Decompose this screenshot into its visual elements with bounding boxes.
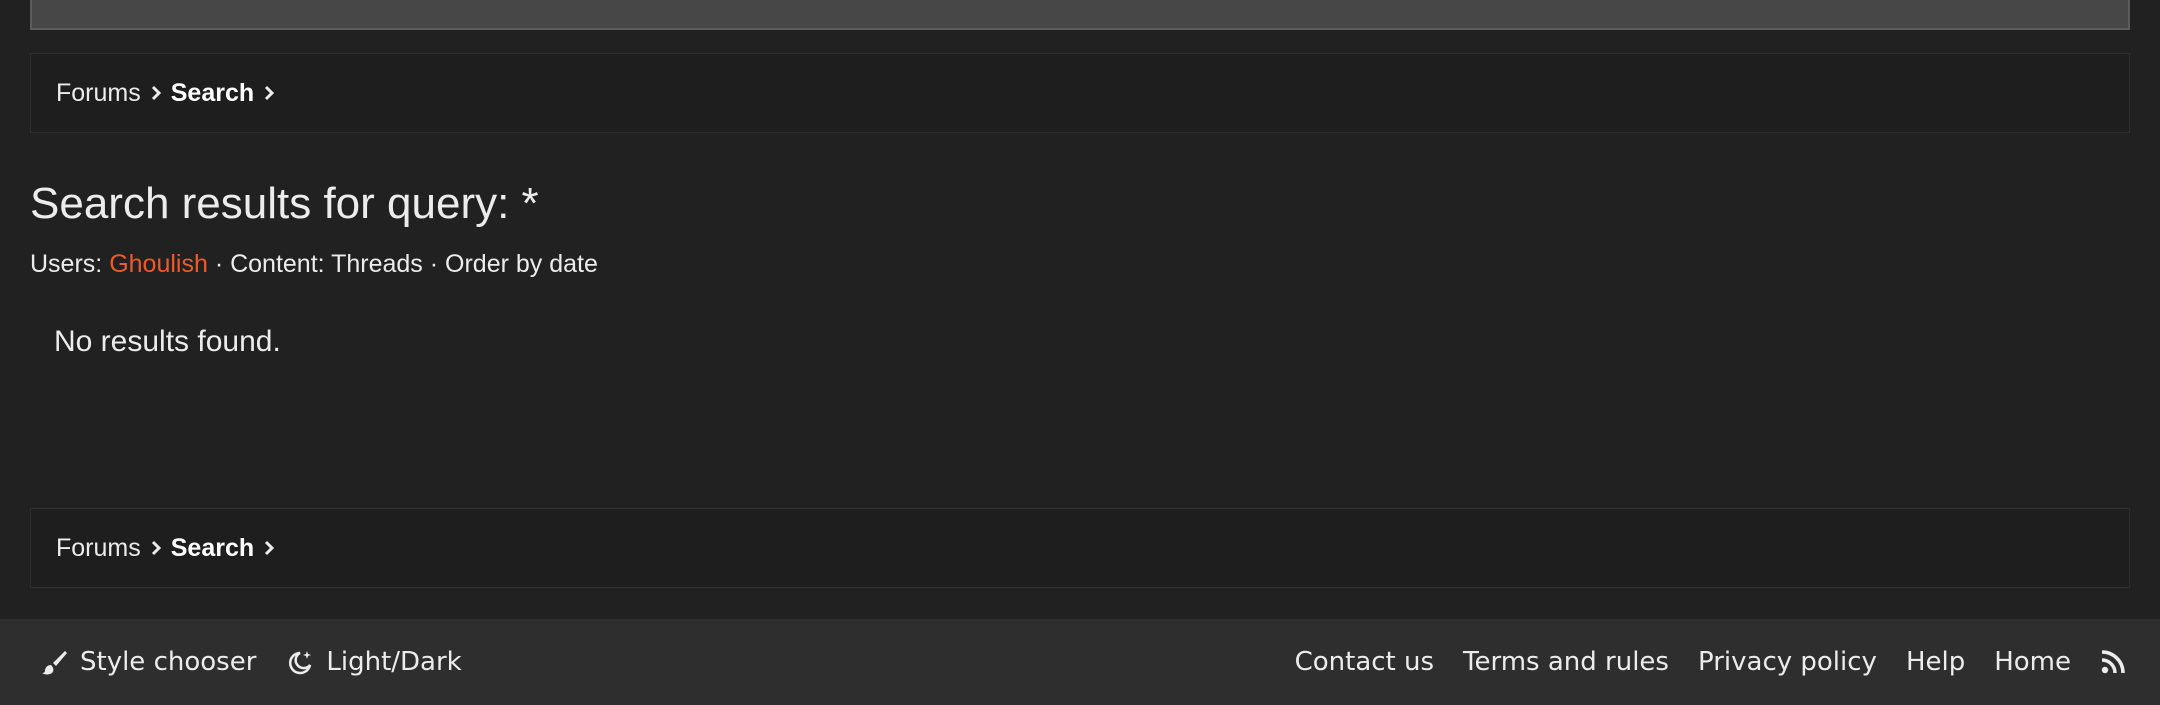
users-label: Users: [30, 250, 103, 278]
chevron-right-icon [141, 82, 171, 105]
user-link-ghoulish[interactable]: Ghoulish [109, 250, 208, 278]
breadcrumb-search[interactable]: Search [171, 79, 254, 108]
no-results-message: No results found. [54, 325, 281, 358]
chevron-right-icon [254, 537, 284, 560]
footer: Style chooser Light/Dark Contact us Term… [0, 619, 2160, 705]
footer-links: Contact us Terms and rules Privacy polic… [1295, 619, 2126, 705]
moon-stars-icon [286, 648, 314, 676]
footer-left: Style chooser Light/Dark [40, 619, 462, 705]
chevron-right-icon [254, 82, 284, 105]
light-dark-label: Light/Dark [326, 647, 462, 677]
home-link[interactable]: Home [1994, 647, 2071, 677]
help-link[interactable]: Help [1906, 647, 1965, 677]
light-dark-toggle[interactable]: Light/Dark [286, 647, 462, 677]
breadcrumb-bottom: Forums Search [30, 508, 2130, 588]
breadcrumb: Forums Search [30, 53, 2130, 133]
rss-icon[interactable] [2100, 649, 2126, 675]
privacy-policy-link[interactable]: Privacy policy [1698, 647, 1877, 677]
style-chooser-button[interactable]: Style chooser [40, 647, 256, 677]
terms-and-rules-link[interactable]: Terms and rules [1463, 647, 1669, 677]
page-title: Search results for query: * [30, 179, 539, 228]
breadcrumb-forums[interactable]: Forums [56, 79, 141, 108]
chevron-right-icon [141, 537, 171, 560]
content-filter: · Content: Threads [214, 250, 423, 278]
order-filter: · Order by date [429, 250, 598, 278]
top-bar [30, 0, 2130, 30]
breadcrumb-forums[interactable]: Forums [56, 534, 141, 563]
contact-us-link[interactable]: Contact us [1295, 647, 1434, 677]
search-meta: Users: Ghoulish · Content: Threads · Ord… [30, 248, 598, 280]
paintbrush-icon [40, 648, 68, 676]
breadcrumb-search[interactable]: Search [171, 534, 254, 563]
style-chooser-label: Style chooser [80, 647, 257, 677]
